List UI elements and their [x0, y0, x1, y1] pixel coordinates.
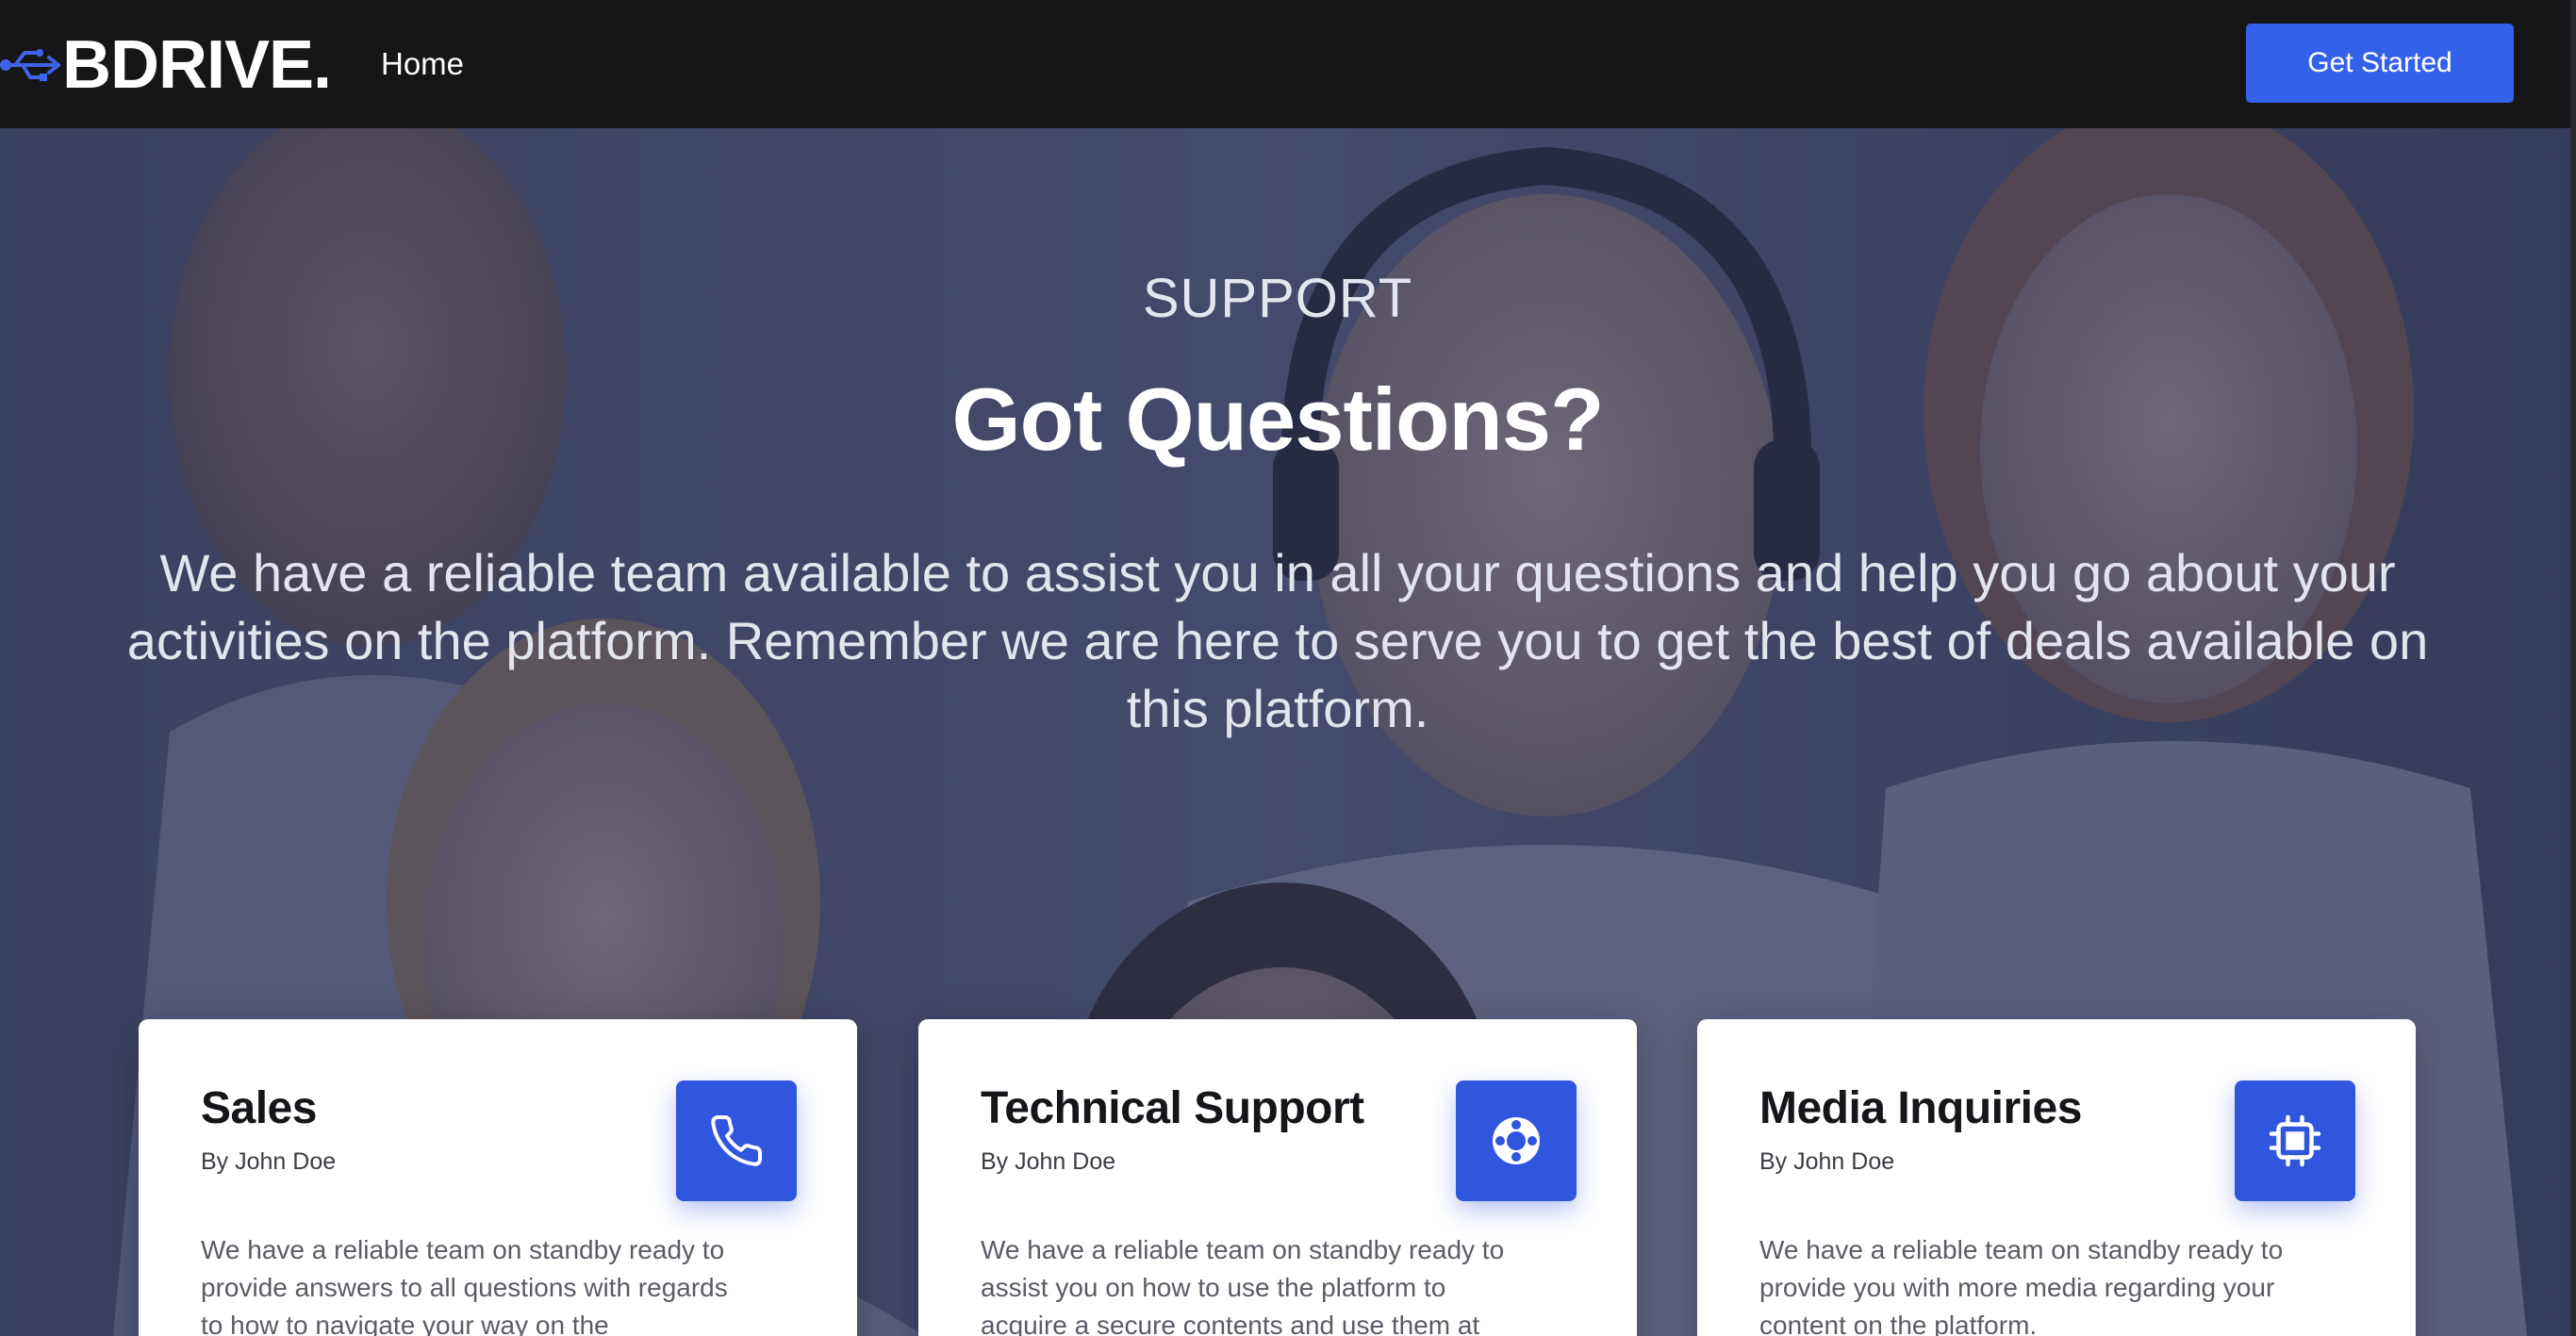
- hero-title: Got Questions?: [951, 370, 1605, 469]
- support-card-sales: Sales By John Doe We have a reliable tea…: [139, 1019, 857, 1336]
- card-title: Media Inquiries: [1759, 1083, 2082, 1133]
- card-title: Technical Support: [981, 1083, 1364, 1133]
- card-description: We have a reliable team on standby ready…: [981, 1235, 1505, 1336]
- support-card-media: Media Inquiries By John Doe We have a re…: [1697, 1019, 2416, 1336]
- usb-icon: [0, 49, 60, 81]
- window-scrollbar[interactable]: [2570, 0, 2576, 1336]
- get-started-button[interactable]: Get Started: [2246, 24, 2514, 103]
- card-title: Sales: [201, 1083, 317, 1133]
- cpu-chip-icon: [2235, 1080, 2355, 1201]
- card-author: By John Doe: [201, 1148, 337, 1175]
- logo-link[interactable]: BDRIVE.: [0, 25, 332, 106]
- navbar: BDRIVE. Home Get Started: [0, 0, 2576, 128]
- card-author: By John Doe: [981, 1148, 1116, 1175]
- phone-icon: [676, 1080, 797, 1201]
- support-card-technical: Technical Support By John Doe We have a …: [918, 1019, 1637, 1336]
- page: BDRIVE. Home Get Started SUPPORT Got Que…: [0, 0, 2576, 1336]
- hero-description: We have a reliable team available to ass…: [126, 543, 2429, 738]
- card-description: We have a reliable team on standby ready…: [1759, 1235, 2284, 1336]
- logo-text: BDRIVE.: [62, 27, 332, 103]
- hero-eyebrow: SUPPORT: [1142, 268, 1413, 329]
- card-author: By John Doe: [1759, 1148, 1895, 1175]
- card-description: We have a reliable team on standby ready…: [201, 1235, 728, 1336]
- lifebuoy-icon: [1456, 1080, 1577, 1201]
- nav-link-home[interactable]: Home: [381, 43, 464, 85]
